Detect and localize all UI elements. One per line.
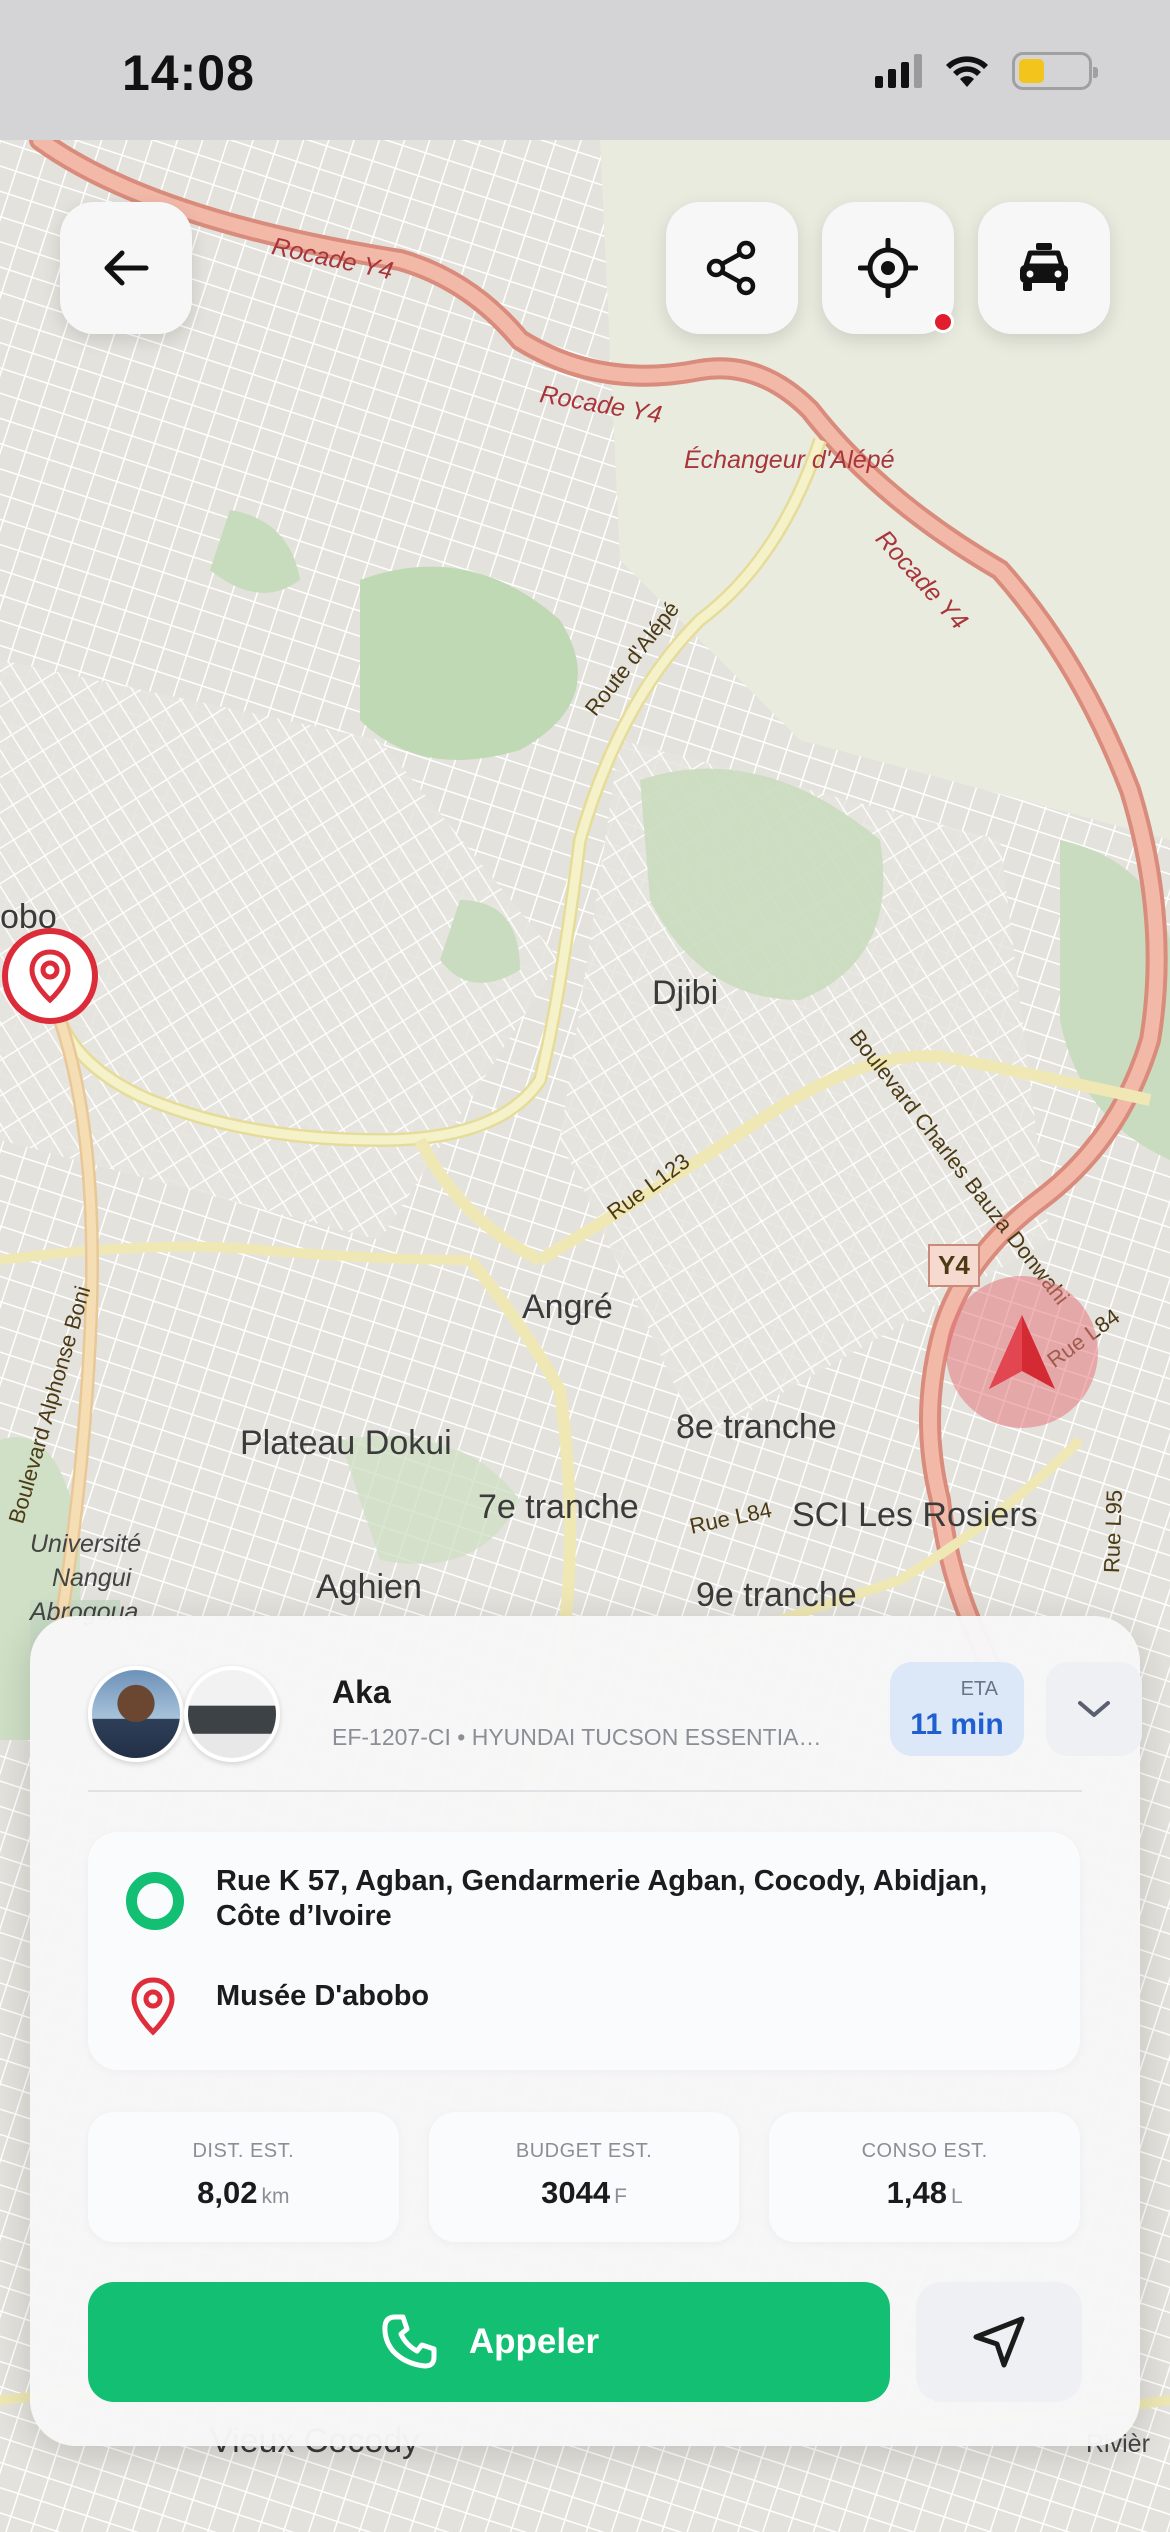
call-button[interactable]: Appeler: [88, 2282, 890, 2402]
back-button[interactable]: [60, 202, 192, 334]
stat-value: 8,02: [197, 2175, 258, 2210]
map-label-djibi: Djibi: [652, 974, 719, 1012]
notification-dot: [932, 311, 954, 333]
map-label-echangeur: Échangeur d'Alépé: [684, 446, 895, 474]
map-label-y4-badge: Y4: [928, 1244, 980, 1287]
stat-consumption: CONSO EST. 1,48 L: [769, 2112, 1081, 2242]
navigation-send-icon: [973, 2316, 1025, 2368]
location-pin-icon: [29, 949, 71, 1004]
driver-avatar: [88, 1666, 184, 1762]
map-label-universite: Université: [30, 1530, 142, 1558]
trip-details-card: Aka EF-1207-CI • HYUNDAI TUCSON ESSENTIA…: [30, 1616, 1142, 2446]
cellular-signal-icon: [875, 54, 922, 88]
map-label-8e-tranche: 8e tranche: [676, 1408, 837, 1446]
share-icon: [706, 240, 756, 296]
driver-name: Aka: [332, 1674, 391, 1710]
taxi-button[interactable]: [978, 202, 1110, 334]
stat-budget: BUDGET EST. 3044 F: [428, 2112, 740, 2242]
battery-icon: [1012, 52, 1098, 90]
location-pin-icon: [131, 1977, 175, 2036]
collapse-button[interactable]: [1046, 1662, 1142, 1756]
map-label-nangui: Nangui: [52, 1564, 132, 1592]
origin-address: Rue K 57, Agban, Gendarmerie Agban, Coco…: [216, 1865, 988, 1932]
eta-badge: ETA 11 min: [890, 1662, 1024, 1756]
driver-info: Aka EF-1207-CI • HYUNDAI TUCSON ESSENTIA…: [88, 1662, 1142, 1772]
chevron-down-icon: [1078, 1701, 1110, 1717]
destination-map-marker[interactable]: [2, 928, 98, 1024]
origin-circle-icon: [126, 1872, 184, 1930]
map-label-rue-l95: Rue L95: [1099, 1489, 1127, 1574]
route-summary: Rue K 57, Agban, Gendarmerie Agban, Coco…: [88, 1832, 1080, 2070]
share-button[interactable]: [666, 202, 798, 334]
destination-address: Musée D'abobo: [216, 1980, 430, 2012]
map-label-9e-tranche: 9e tranche: [696, 1576, 857, 1614]
stat-label: CONSO EST.: [861, 2140, 988, 2162]
taxi-icon: [1020, 243, 1068, 291]
eta-value: 11 min: [910, 1708, 1004, 1741]
eta-label: ETA: [960, 1678, 998, 1700]
stat-value: 1,48: [886, 2175, 947, 2210]
start-navigation-button[interactable]: [916, 2282, 1082, 2402]
current-position-marker: [946, 1276, 1098, 1428]
arrow-left-icon: [104, 250, 149, 286]
navigation-arrow-icon: [989, 1315, 1055, 1389]
map-label-plateau-dokui: Plateau Dokui: [240, 1424, 452, 1462]
map-label-7e-tranche: 7e tranche: [478, 1488, 639, 1526]
stat-unit: km: [261, 2185, 290, 2208]
stat-label: DIST. EST.: [192, 2140, 295, 2162]
stat-unit: F: [614, 2185, 627, 2208]
call-button-label: Appeler: [468, 2322, 600, 2361]
vehicle-avatar: [184, 1666, 280, 1762]
vehicle-info: EF-1207-CI • HYUNDAI TUCSON ESSENTIAL T.…: [332, 1724, 832, 1750]
status-time: 14:08: [122, 45, 255, 101]
trip-stats: DIST. EST. 8,02 km BUDGET EST. 3044 F CONS…: [88, 2112, 1081, 2242]
map-label-aghien: Aghien: [316, 1568, 422, 1606]
status-bar: 14:08: [0, 0, 1170, 140]
map-label-sci-rosiers: SCI Les Rosiers: [792, 1496, 1038, 1534]
map-label-angre: Angré: [522, 1288, 613, 1326]
phone-icon: [382, 2314, 437, 2369]
stat-label: BUDGET EST.: [515, 2140, 653, 2162]
stat-distance: DIST. EST. 8,02 km: [88, 2112, 399, 2242]
divider: [88, 1790, 1082, 1792]
status-icons: [875, 52, 1098, 90]
crosshair-icon: [858, 238, 918, 298]
stat-value: 3044: [541, 2175, 611, 2210]
stat-unit: L: [951, 2185, 963, 2208]
wifi-icon: [946, 56, 988, 87]
